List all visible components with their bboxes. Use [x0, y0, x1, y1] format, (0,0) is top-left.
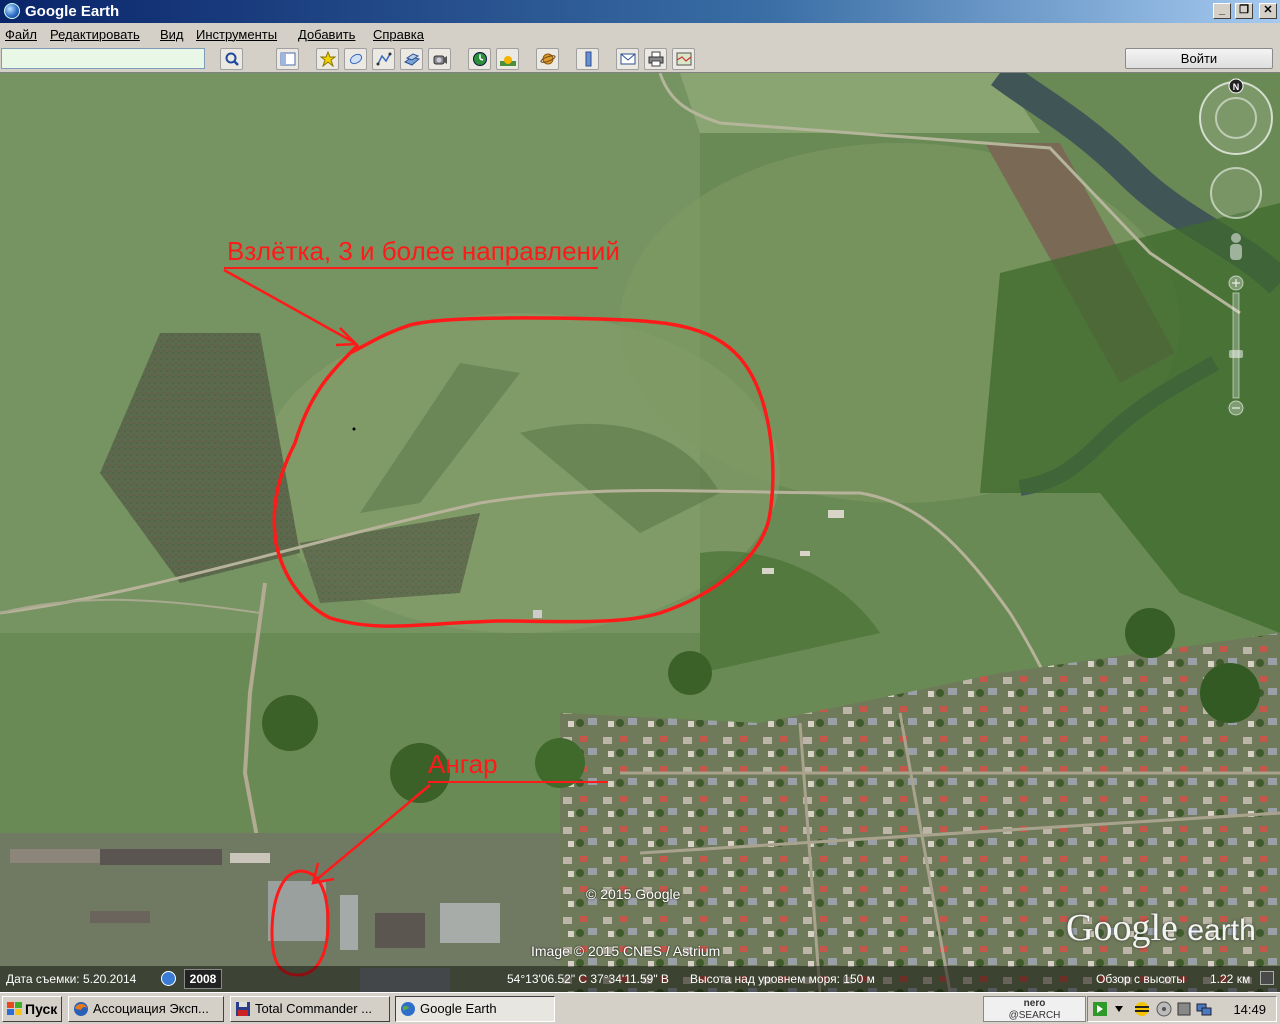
- nero-logo-top: nero: [1023, 998, 1046, 1009]
- pan-joystick[interactable]: [1210, 167, 1262, 219]
- search-icon: [225, 52, 239, 66]
- start-label: Пуск: [25, 1001, 58, 1017]
- envelope-icon: [620, 53, 636, 65]
- beeline-icon[interactable]: [1134, 1001, 1150, 1017]
- street-view-pegman-icon[interactable]: [1230, 233, 1242, 260]
- sidebar-toggle-button[interactable]: [276, 48, 299, 70]
- go-arrow-icon[interactable]: [1092, 1001, 1108, 1017]
- email-button[interactable]: [616, 48, 639, 70]
- zoom-slider[interactable]: [1228, 275, 1244, 416]
- logo-google: Google: [1066, 907, 1178, 949]
- task-label: Google Earth: [420, 1001, 497, 1016]
- taskbar: Пуск Ассоциация Эксп... Total Commander …: [0, 992, 1280, 1024]
- tray-app-icon[interactable]: [1176, 1001, 1192, 1017]
- google-earth-icon: [401, 1002, 415, 1016]
- elevation-readout: Высота над уровнем моря: 150 м: [690, 972, 875, 986]
- task-firefox[interactable]: Ассоциация Эксп...: [68, 996, 224, 1022]
- placemark-button[interactable]: [316, 48, 339, 70]
- menu-view[interactable]: Вид: [160, 27, 184, 42]
- camera-icon: [433, 55, 447, 65]
- google-earth-icon: [4, 3, 20, 19]
- copyright-imagery: Image © 2015 CNES / Astrium: [531, 943, 721, 959]
- start-button[interactable]: Пуск: [2, 996, 62, 1022]
- image-overlay-button[interactable]: [400, 48, 423, 70]
- google-earth-logo: Google earth: [1066, 906, 1256, 950]
- hangar-annotation: Ангар: [428, 749, 498, 779]
- windows-logo-icon: [7, 1002, 22, 1015]
- taskbar-clock: 14:49: [1233, 1002, 1266, 1017]
- window-title: Google Earth: [25, 3, 120, 20]
- map-view[interactable]: Взлётка, 3 и более направлений Ангар © 2…: [0, 73, 1280, 992]
- runway-annotation: Взлётка, 3 и более направлений: [227, 236, 620, 266]
- copyright-google: © 2015 Google: [586, 886, 681, 902]
- search-input[interactable]: [1, 48, 205, 69]
- path-icon: [376, 52, 392, 66]
- menu-tools[interactable]: Инструменты: [196, 27, 277, 42]
- menu-edit[interactable]: Редактировать: [50, 27, 140, 42]
- sun-icon: [500, 56, 516, 66]
- minimize-button[interactable]: _: [1213, 3, 1231, 19]
- polygon-icon: [349, 53, 363, 65]
- firefox-icon: [74, 1002, 88, 1016]
- eye-altitude-value: 1.22 км: [1210, 972, 1251, 986]
- imagery-year: 2008: [184, 969, 222, 989]
- title-bar: Google Earth _ ❐ ✕: [0, 0, 1280, 23]
- close-button[interactable]: ✕: [1259, 3, 1277, 19]
- satellite-imagery: [0, 73, 1280, 992]
- task-total-commander[interactable]: Total Commander ...: [230, 996, 390, 1022]
- sidebar-icon: [280, 52, 296, 66]
- search-button[interactable]: [220, 48, 243, 70]
- nero-logo-bottom: @SEARCH: [1008, 1010, 1061, 1021]
- path-button[interactable]: [372, 48, 395, 70]
- view-in-maps-button[interactable]: [672, 48, 695, 70]
- streaming-indicator-icon: [1260, 971, 1274, 985]
- task-label: Total Commander ...: [255, 1001, 373, 1016]
- cd-drive-icon[interactable]: [1156, 1001, 1172, 1017]
- planets-button[interactable]: [536, 48, 559, 70]
- map-status-bar: Дата съемки: 5.20.2014 2008 54°13'06.52"…: [0, 966, 1280, 992]
- record-tour-button[interactable]: [428, 48, 451, 70]
- image-overlay-icon: [404, 53, 420, 66]
- print-button[interactable]: [644, 48, 667, 70]
- compass-ring[interactable]: N: [1199, 78, 1273, 155]
- chevron-down-icon[interactable]: [1114, 1004, 1124, 1014]
- polygon-button[interactable]: [344, 48, 367, 70]
- task-google-earth[interactable]: Google Earth: [395, 996, 555, 1022]
- ruler-icon: [585, 51, 592, 67]
- network-icon[interactable]: [1196, 1001, 1212, 1017]
- menu-help[interactable]: Справка: [373, 27, 424, 42]
- menu-bar: Файл Редактировать Вид Инструменты Добав…: [0, 23, 1280, 45]
- map-icon: [676, 52, 692, 66]
- pushpin-icon: [320, 51, 336, 67]
- imagery-date: Дата съемки: 5.20.2014: [6, 972, 137, 986]
- navigation-controls[interactable]: N: [1195, 78, 1277, 428]
- floppy-icon: [236, 1002, 250, 1016]
- historical-clock-icon[interactable]: [161, 971, 176, 986]
- signin-button[interactable]: Войти: [1125, 48, 1273, 69]
- ruler-button[interactable]: [576, 48, 599, 70]
- historical-imagery-button[interactable]: [468, 48, 491, 70]
- menu-add[interactable]: Добавить: [298, 27, 355, 42]
- task-label: Ассоциация Эксп...: [93, 1001, 209, 1016]
- coordinates-readout: 54°13'06.52" С 37°34'11.59" В: [507, 972, 669, 986]
- logo-earth: earth: [1187, 914, 1256, 947]
- clock-icon: [473, 52, 487, 66]
- menu-file[interactable]: Файл: [5, 27, 37, 42]
- svg-text:N: N: [1233, 82, 1240, 92]
- eye-altitude-label: Обзор с высоты: [1096, 972, 1185, 986]
- maximize-button[interactable]: ❐: [1235, 3, 1253, 19]
- system-tray: 14:49: [1087, 996, 1277, 1022]
- nero-search-box[interactable]: nero @SEARCH: [983, 996, 1086, 1022]
- printer-icon: [648, 51, 664, 67]
- toolbar: Войти: [0, 45, 1280, 73]
- sunlight-button[interactable]: [496, 48, 519, 70]
- planet-icon: [540, 53, 556, 65]
